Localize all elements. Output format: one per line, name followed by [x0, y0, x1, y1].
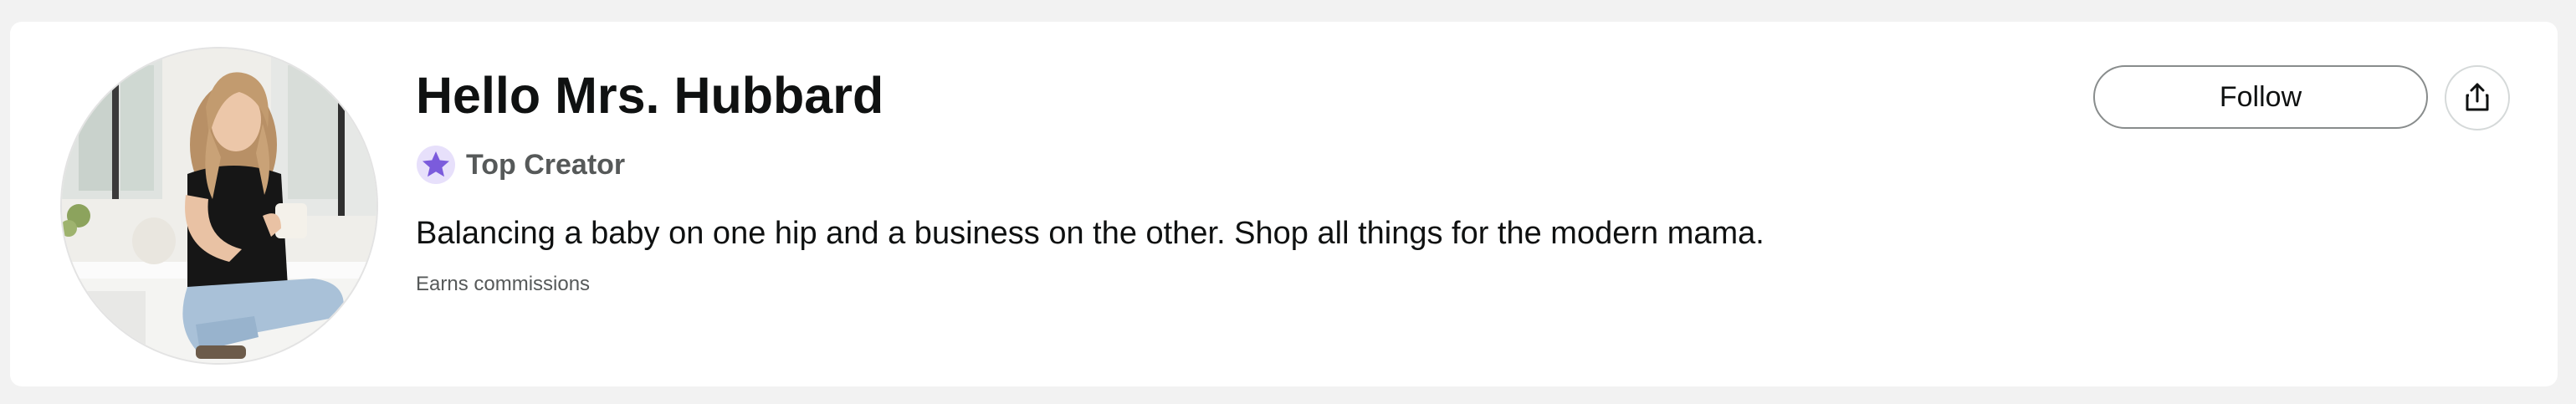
commission-disclosure: Earns commissions	[416, 273, 591, 295]
top-creator-badge: Top Creator	[416, 143, 625, 187]
share-button[interactable]	[2445, 65, 2510, 130]
share-icon	[2461, 80, 2494, 116]
follow-button[interactable]: Follow	[2093, 65, 2428, 129]
creator-name: Hello Mrs. Hubbard	[416, 67, 884, 124]
creator-bio: Balancing a baby on one hip and a busine…	[416, 216, 1764, 251]
star-icon	[416, 145, 456, 185]
avatar-photo-icon	[62, 49, 376, 363]
creator-profile-card: Hello Mrs. Hubbard Top Creator Balancing…	[10, 22, 2558, 386]
avatar	[60, 47, 378, 365]
badge-label: Top Creator	[466, 148, 626, 181]
